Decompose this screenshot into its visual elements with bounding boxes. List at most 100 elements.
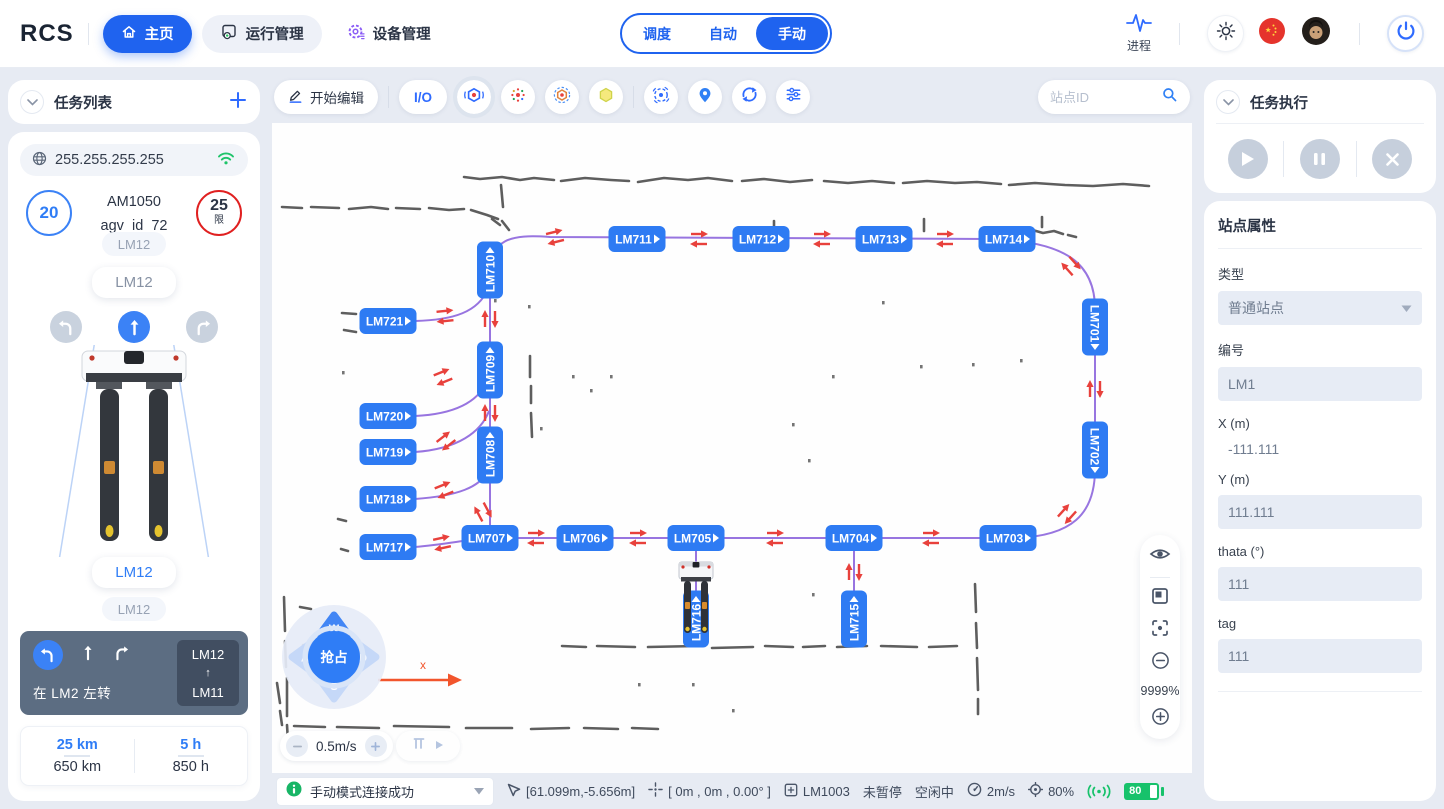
layer-zone-toggle[interactable] (545, 80, 579, 114)
hexagon-marker-icon (464, 85, 484, 110)
mode-auto[interactable]: 自动 (690, 17, 756, 50)
fork-icon (413, 737, 429, 756)
speed-limit-badge: 25限 (196, 190, 242, 236)
station-search-input[interactable] (1050, 90, 1161, 105)
svg-text:LM701: LM701 (1088, 305, 1102, 343)
collapse-button[interactable] (1216, 90, 1240, 114)
refresh-icon (740, 85, 759, 109)
hours-trip: 5 h (180, 737, 201, 753)
svg-text:LM706: LM706 (563, 532, 601, 546)
map-station-LM714[interactable]: LM714 (979, 226, 1036, 252)
grab-button[interactable]: 抢占 (305, 628, 363, 686)
hours-total: 850 h (173, 759, 209, 775)
speed-decrease-button[interactable] (286, 735, 308, 757)
map-station-LM710[interactable]: LM710 (477, 242, 503, 299)
zoom-out-icon[interactable] (1151, 651, 1170, 675)
task-start-button[interactable] (1228, 139, 1268, 179)
search-icon[interactable] (1161, 86, 1178, 108)
theta-field[interactable]: 111 (1218, 567, 1422, 601)
map-station-LM701[interactable]: LM701 (1082, 299, 1108, 356)
go-straight-icon[interactable] (118, 311, 150, 343)
map-station-LM721[interactable]: LM721 (360, 308, 417, 334)
stats-card: 25 km 650 km 5 h 850 h (20, 726, 248, 786)
map-station-LM719[interactable]: LM719 (360, 439, 417, 465)
map-station-LM713[interactable]: LM713 (856, 226, 913, 252)
tag-field[interactable]: 111 (1218, 639, 1422, 673)
map-station-LM704[interactable]: LM704 (826, 525, 883, 551)
map-station-LM715[interactable]: LM715 (841, 591, 867, 648)
map-station-LM705[interactable]: LM705 (668, 525, 725, 551)
map-station-LM708[interactable]: LM708 (477, 427, 503, 484)
nav-devices[interactable]: 设备管理 (328, 15, 449, 53)
add-task-button[interactable] (228, 90, 248, 115)
filter-button[interactable] (776, 80, 810, 114)
map-x-axis: x (378, 658, 462, 687)
language-flag-button[interactable] (1257, 19, 1287, 49)
sun-icon (1216, 21, 1236, 46)
map-station-LM707[interactable]: LM707 (462, 525, 519, 551)
refresh-button[interactable] (732, 80, 766, 114)
nav-operations[interactable]: 运行管理 (202, 15, 322, 53)
map-station-LM717[interactable]: LM717 (360, 534, 417, 560)
run-state: 空闲中 (915, 782, 954, 801)
turn-right-icon[interactable] (186, 311, 218, 343)
map-canvas[interactable]: LM710 LM711 LM712 LM713 LM714 LM701 LM702 LM703… (272, 123, 1192, 773)
map-station-LM711[interactable]: LM711 (609, 226, 666, 252)
locate-robot-button[interactable] (644, 80, 678, 114)
devices-gear-icon (346, 22, 365, 45)
y-field[interactable]: 111.111 (1218, 495, 1422, 529)
task-pause-button[interactable] (1300, 139, 1340, 179)
radar-icon (651, 85, 671, 110)
layer-map-toggle[interactable] (457, 80, 491, 114)
map-station-LM718[interactable]: LM718 (360, 486, 417, 512)
pulse-icon (1126, 13, 1152, 36)
layer-points-toggle[interactable] (501, 80, 535, 114)
svg-text:LM718: LM718 (366, 493, 404, 507)
odometer-total: 650 km (53, 759, 101, 775)
turn-left-icon[interactable] (50, 311, 82, 343)
theme-toggle-button[interactable] (1207, 15, 1244, 52)
process-button[interactable]: 进程 (1126, 13, 1152, 54)
nav-home[interactable]: 主页 (103, 15, 192, 53)
map-station-LM709[interactable]: LM709 (477, 342, 503, 399)
app-logo: RCS (20, 20, 74, 48)
svg-text:LM710: LM710 (484, 255, 498, 293)
connection-message[interactable]: 手动模式连接成功 (276, 777, 494, 806)
map-station-LM703[interactable]: LM703 (980, 525, 1037, 551)
eye-icon[interactable] (1149, 545, 1171, 568)
manual-joystick[interactable]: W A S D 抢占 (278, 601, 390, 713)
mode-manual[interactable]: 手动 (756, 17, 828, 50)
ip-field[interactable]: 255.255.255.255 (20, 144, 248, 176)
collapse-button[interactable] (20, 90, 44, 114)
minimap-icon[interactable] (1151, 587, 1169, 610)
focus-icon[interactable] (1151, 619, 1169, 642)
map-station-LM702[interactable]: LM702 (1082, 422, 1108, 479)
crosshair-icon (648, 782, 663, 800)
code-field[interactable]: LM1 (1218, 367, 1422, 401)
type-select[interactable]: 普通站点 (1218, 291, 1422, 325)
wifi-icon (216, 150, 236, 170)
pin-button[interactable] (688, 80, 722, 114)
current-station-pill: LM12 (92, 557, 176, 588)
start-edit-button[interactable]: 开始编辑 (274, 80, 378, 114)
map-station-LM720[interactable]: LM720 (360, 403, 417, 429)
speed-increase-button[interactable] (365, 735, 387, 757)
robot-pose: [ 0m , 0m , 0.00° ] (648, 782, 771, 800)
speed-stepper: 0.5m/s (280, 731, 393, 761)
layer-area-toggle[interactable] (589, 80, 623, 114)
svg-text:LM703: LM703 (986, 532, 1024, 546)
io-button[interactable]: I/O (399, 80, 447, 114)
user-avatar[interactable] (1300, 18, 1332, 50)
fork-control-button[interactable] (396, 731, 460, 761)
map-station-LM706[interactable]: LM706 (557, 525, 614, 551)
svg-text:LM702: LM702 (1088, 428, 1102, 466)
power-button[interactable] (1387, 15, 1424, 52)
map-station-LM712[interactable]: LM712 (733, 226, 790, 252)
svg-text:LM707: LM707 (468, 532, 506, 546)
task-cancel-button[interactable] (1372, 139, 1412, 179)
zoom-in-icon[interactable] (1151, 707, 1170, 731)
position-confidence: 80% (1028, 782, 1074, 800)
top-bar: RCS 主页 运行管理 设备管理 调度 自动 手动 进程 (0, 0, 1444, 67)
cursor-position: [61.099m,-5.656m] (507, 783, 635, 800)
mode-dispatch[interactable]: 调度 (624, 17, 690, 50)
